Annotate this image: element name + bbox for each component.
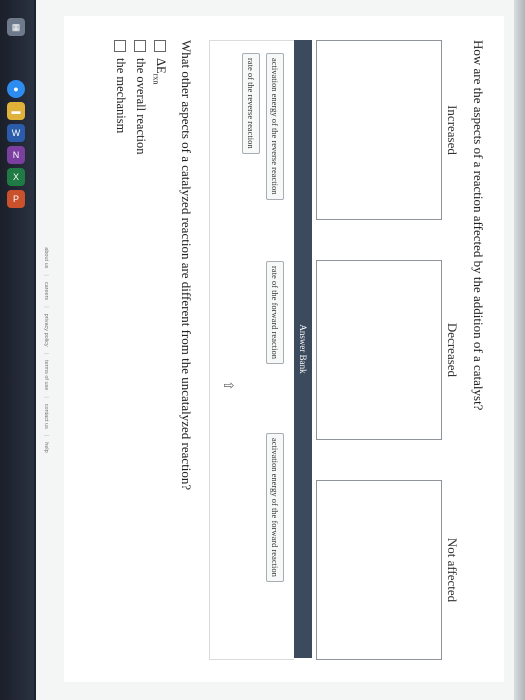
checkbox[interactable]	[134, 40, 147, 52]
answer-chip-rate-forward[interactable]: rate of the forward reaction	[266, 261, 284, 364]
option-label: the mechanism	[114, 58, 128, 134]
option-overall-reaction[interactable]: the overall reaction	[133, 40, 148, 154]
word-icon[interactable]: W	[7, 124, 25, 142]
footer-link-terms[interactable]: terms of use	[43, 360, 49, 390]
option-label: the overall reaction	[134, 58, 148, 155]
footer-link-help[interactable]: help	[43, 442, 49, 452]
column-header-decreased: Decreased	[445, 322, 460, 378]
chrome-icon[interactable]: ●	[7, 80, 25, 98]
checkbox[interactable]	[153, 40, 166, 52]
browser-viewport: How are the aspects of a reaction affect…	[36, 0, 514, 700]
answer-chip-activation-energy-forward[interactable]: activation energy of the forward reactio…	[266, 433, 284, 582]
mouse-cursor-icon: ⇧	[221, 380, 236, 391]
answer-chip-activation-energy-reverse[interactable]: activation energy of the reverse reactio…	[266, 53, 284, 200]
footer-link-careers[interactable]: careers	[43, 282, 49, 300]
excel-icon[interactable]: X	[7, 168, 25, 186]
footer-link-about[interactable]: about us	[43, 247, 49, 268]
drop-zone-increased[interactable]	[316, 40, 442, 220]
drop-zone-not-affected[interactable]	[316, 480, 442, 660]
window-edge	[514, 0, 525, 700]
option-delta-e-rxn[interactable]: ΔErxn	[151, 40, 169, 85]
tile-icon[interactable]: ▦	[7, 18, 25, 36]
answer-bank: activation energy of the reverse reactio…	[209, 40, 294, 660]
question-card: How are the aspects of a reaction affect…	[64, 16, 504, 682]
answer-bank-title: Answer Bank	[298, 324, 308, 374]
drop-zone-decreased[interactable]	[316, 260, 442, 440]
onenote-icon[interactable]: N	[7, 146, 25, 164]
question-1-text: How are the aspects of a reaction affect…	[471, 40, 486, 411]
footer-links: about us | careers | privacy policy | terms…	[43, 247, 49, 453]
question-2-text: What other aspects of a catalyzed reacti…	[179, 40, 194, 491]
option-mechanism[interactable]: the mechanism	[113, 40, 128, 133]
column-header-increased: Increased	[445, 105, 460, 155]
folder-icon[interactable]: ▬	[7, 102, 25, 120]
footer-link-contact[interactable]: contact us	[43, 404, 49, 429]
footer-link-privacy[interactable]: privacy policy	[43, 314, 49, 347]
windows-taskbar: ▦ ● ▬ W N X P	[0, 0, 34, 700]
column-header-not-affected: Not affected	[445, 537, 460, 603]
checkbox[interactable]	[114, 40, 127, 52]
answer-chip-rate-reverse[interactable]: rate of the reverse reaction	[242, 53, 260, 154]
option-label: ΔErxn	[151, 58, 169, 85]
powerpoint-icon[interactable]: P	[7, 190, 25, 208]
answer-bank-header: Answer Bank	[294, 40, 312, 658]
